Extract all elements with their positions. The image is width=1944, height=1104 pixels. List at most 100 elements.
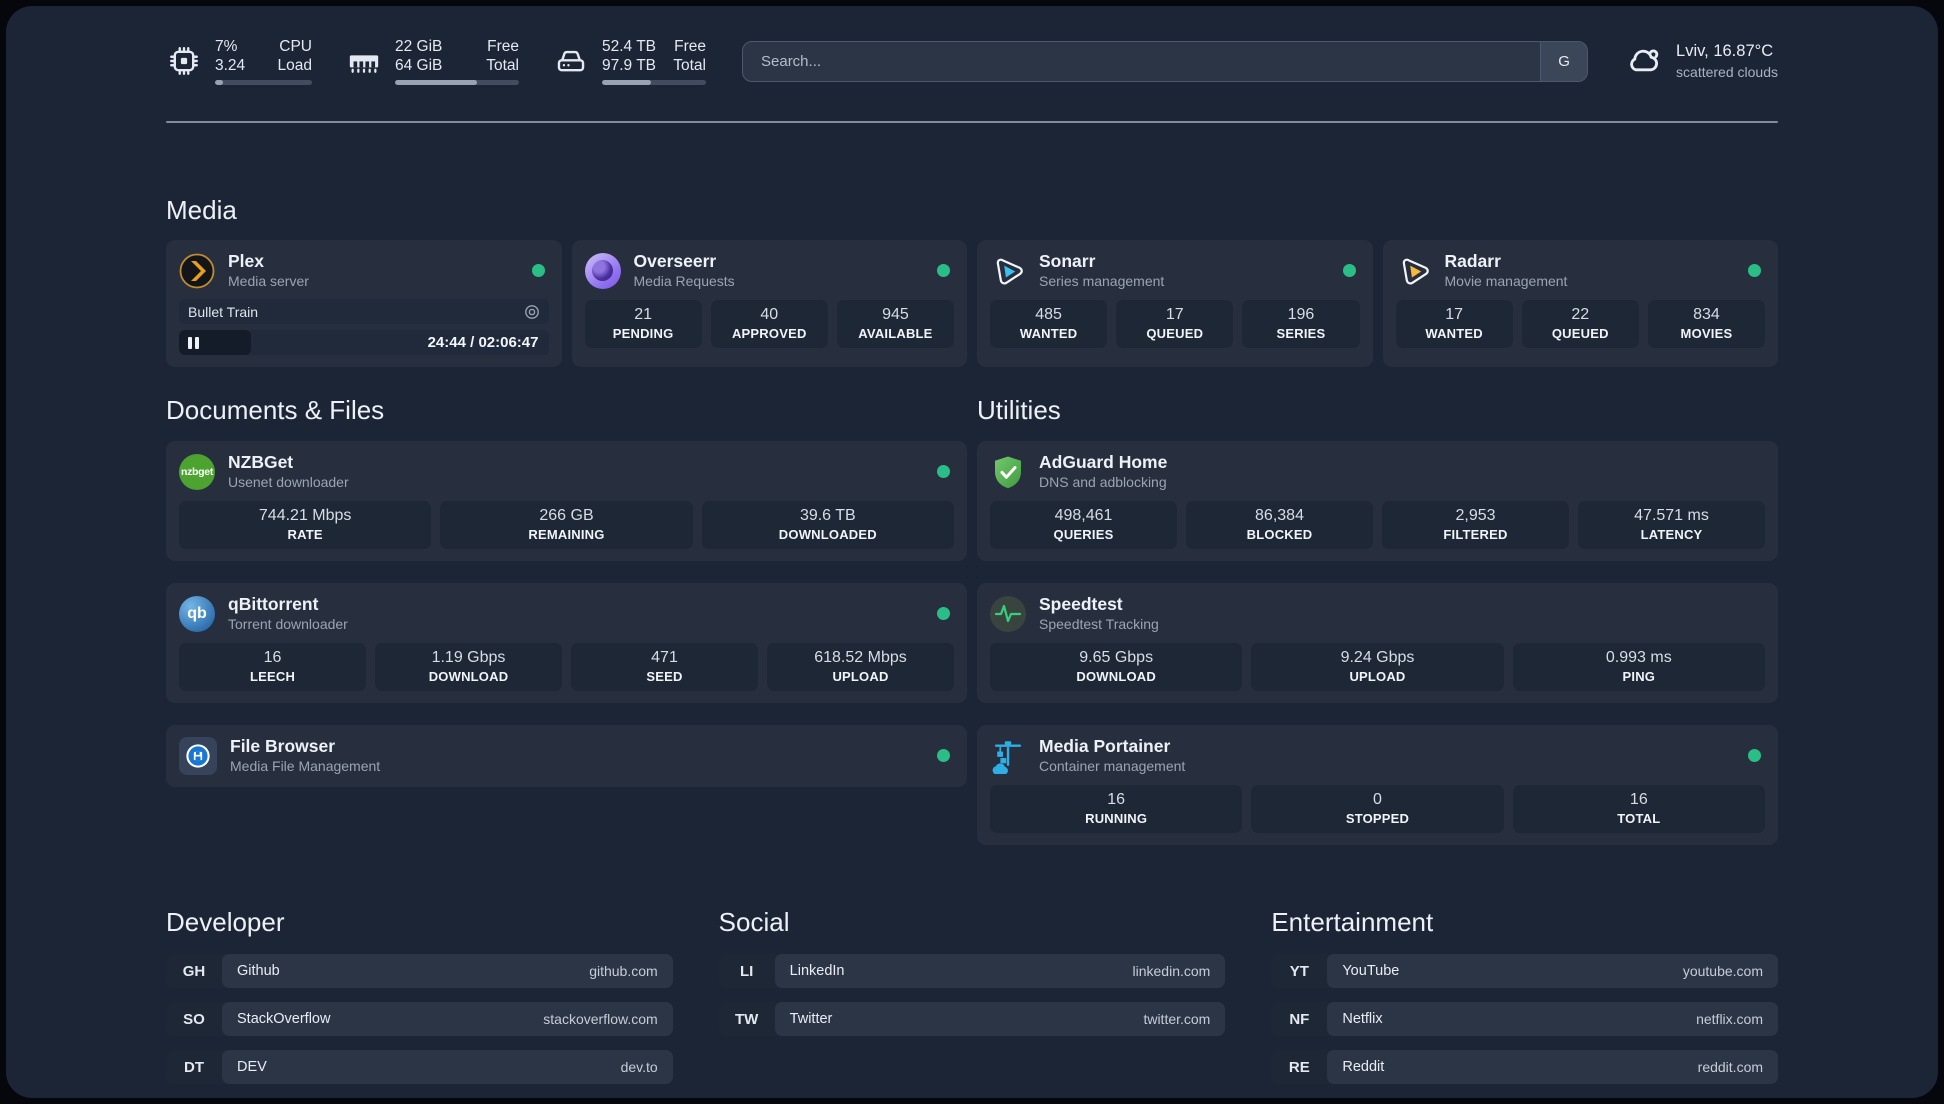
- stat-value: 0: [1373, 791, 1382, 808]
- status-dot: [937, 264, 950, 277]
- stat-box: 744.21 Mbps RATE: [179, 501, 432, 549]
- stat-box: 86,384 BLOCKED: [1186, 501, 1373, 549]
- stat-box: 2,953 FILTERED: [1382, 501, 1569, 549]
- stat-value: 16: [1107, 791, 1126, 808]
- app-card-filebrowser[interactable]: File Browser Media File Management: [166, 725, 967, 787]
- stat-box: 9.24 Gbps UPLOAD: [1251, 643, 1504, 691]
- stats-row: 21 PENDING 40 APPROVED 945 AVAILABLE: [584, 300, 955, 348]
- now-playing-title: Bullet Train: [188, 303, 259, 320]
- bookmark-dev[interactable]: DT DEV dev.to: [166, 1050, 673, 1084]
- stat-label: DOWNLOADED: [778, 527, 877, 542]
- bookmark-abbr: RE: [1288, 1058, 1310, 1076]
- stat-label: LATENCY: [1640, 527, 1703, 542]
- status-dot: [1748, 749, 1761, 762]
- status-dot: [937, 607, 950, 620]
- stat-box: 21 PENDING: [584, 300, 702, 348]
- app-meta: Plex Media server: [228, 251, 309, 290]
- memory-icon: [346, 43, 382, 79]
- dashboard: 7% 3.24 CPU Load 22 GiB 64 GiB Free Tota…: [6, 6, 1938, 1098]
- bookmark-abbr: YT: [1289, 962, 1309, 980]
- stat-value: 196: [1287, 306, 1315, 323]
- stats-row: 744.21 Mbps RATE 266 GB REMAINING 39.6 T…: [179, 501, 954, 549]
- bookmark-url: netflix.com: [1696, 1011, 1764, 1027]
- stat-box: 0.993 ms PING: [1512, 643, 1765, 691]
- stat-value: 0.993 ms: [1605, 649, 1672, 666]
- stat-value: 9.24 Gbps: [1340, 649, 1415, 666]
- playback-time: 24:44 / 02:06:47: [427, 334, 539, 351]
- stat-label: AVAILABLE: [858, 326, 933, 341]
- stat-value: 21: [634, 306, 652, 323]
- app-card-portainer[interactable]: Media Portainer Container management 16 …: [977, 725, 1778, 845]
- stat-label: UPLOAD: [1349, 669, 1406, 684]
- section-utilities: Utilities AdGuard Home DNS and adblockin…: [977, 395, 1778, 845]
- nzbget-header: nzbget NZBGet Usenet downloader: [179, 452, 954, 491]
- media-type-icon: [524, 304, 540, 320]
- playback-progress[interactable]: 24:44 / 02:06:47: [179, 330, 549, 355]
- stat-value: 47.571 ms: [1634, 507, 1709, 524]
- radarr-header: Radarr Movie management: [1396, 251, 1766, 290]
- app-name: AdGuard Home: [1039, 452, 1168, 472]
- app-card-plex[interactable]: Plex Media server Bullet Train 24:44 / 0…: [166, 240, 562, 367]
- bookmark-name: StackOverflow: [237, 1011, 331, 1027]
- bookmark-url: stackoverflow.com: [543, 1011, 658, 1027]
- bookmark-url: youtube.com: [1682, 963, 1764, 979]
- app-card-speedtest[interactable]: Speedtest Speedtest Tracking 9.65 Gbps D…: [977, 583, 1778, 703]
- app-name: qBittorrent: [228, 594, 319, 614]
- search-engine-button[interactable]: G: [1540, 41, 1588, 81]
- stat-label: APPROVED: [731, 326, 807, 341]
- app-card-qbittorrent[interactable]: qb qBittorrent Torrent downloader 16 LEE…: [166, 583, 967, 703]
- bookmark-group-title: Developer: [166, 907, 285, 937]
- bookmark-youtube[interactable]: YT YouTube youtube.com: [1271, 954, 1779, 988]
- cloud-icon: [1624, 39, 1664, 84]
- stat-value: 1.19 Gbps: [431, 649, 506, 666]
- bookmark-twitter[interactable]: TW Twitter twitter.com: [718, 1002, 1226, 1036]
- stat-label: STOPPED: [1345, 811, 1410, 826]
- app-meta: Radarr Movie management: [1445, 251, 1568, 290]
- bookmark-github[interactable]: GH Github github.com: [166, 954, 673, 988]
- section-title-media: Media: [166, 195, 237, 225]
- status-dot: [1748, 264, 1761, 277]
- app-card-adguard[interactable]: AdGuard Home DNS and adblocking 498,461 …: [977, 441, 1778, 561]
- stat-box: 39.6 TB DOWNLOADED: [701, 501, 954, 549]
- stat-value: 17: [1445, 306, 1463, 323]
- app-card-radarr[interactable]: Radarr Movie management 17 WANTED 22 QUE…: [1382, 240, 1778, 367]
- stat-value: 22: [1571, 306, 1590, 323]
- bookmark-url: twitter.com: [1143, 1011, 1211, 1027]
- bookmark-name: Github: [237, 963, 280, 979]
- app-card-nzbget[interactable]: nzbget NZBGet Usenet downloader 744.21 M…: [166, 441, 967, 561]
- app-name: Sonarr: [1039, 251, 1096, 271]
- app-name: Media Portainer: [1039, 736, 1171, 756]
- bookmark-stackoverflow[interactable]: SO StackOverflow stackoverflow.com: [166, 1002, 673, 1036]
- stat-box: 196 SERIES: [1242, 300, 1360, 348]
- app-card-overseerr[interactable]: Overseerr Media Requests 21 PENDING 40 A…: [571, 240, 967, 367]
- now-playing-row[interactable]: Bullet Train: [179, 299, 549, 324]
- app-name: Speedtest: [1039, 594, 1123, 614]
- bookmark-netflix[interactable]: NF Netflix netflix.com: [1271, 1002, 1779, 1036]
- stat-value: 16: [1629, 791, 1648, 808]
- bookmark-group-social: Social LI LinkedIn linkedin.com TW Twitt…: [718, 907, 1226, 1084]
- app-name: Plex: [228, 251, 264, 271]
- bookmark-linkedin[interactable]: LI LinkedIn linkedin.com: [718, 954, 1226, 988]
- bookmark-name: DEV: [237, 1059, 267, 1075]
- bookmark-url: dev.to: [620, 1059, 658, 1075]
- stats-row: 16 LEECH 1.19 Gbps DOWNLOAD 471 SEED 618…: [179, 643, 954, 691]
- filebrowser-header: File Browser Media File Management: [179, 736, 954, 775]
- memory-widget: 22 GiB 64 GiB Free Total: [346, 37, 519, 85]
- app-name: NZBGet: [228, 452, 294, 472]
- top-bar: 7% 3.24 CPU Load 22 GiB 64 GiB Free Tota…: [166, 37, 1778, 85]
- stat-value: 498,461: [1054, 507, 1113, 524]
- bookmark-name: Netflix: [1342, 1011, 1383, 1027]
- stat-box: 22 QUEUED: [1521, 300, 1639, 348]
- search-bar: G: [742, 40, 1589, 82]
- search-input[interactable]: [743, 41, 1541, 81]
- bookmark-name: LinkedIn: [789, 963, 845, 979]
- stat-value: 834: [1693, 306, 1720, 323]
- pause-icon[interactable]: [188, 336, 199, 349]
- stat-value: 471: [651, 649, 678, 666]
- bookmark-reddit[interactable]: RE Reddit reddit.com: [1271, 1050, 1779, 1084]
- stat-label: MOVIES: [1680, 326, 1733, 341]
- disk-progress-fill: [602, 80, 651, 85]
- adguard-header: AdGuard Home DNS and adblocking: [990, 452, 1765, 491]
- app-card-sonarr[interactable]: Sonarr Series management 485 WANTED 17 Q…: [977, 240, 1373, 367]
- bookmarks-row: Developer GH Github github.com SO StackO…: [166, 907, 1779, 1084]
